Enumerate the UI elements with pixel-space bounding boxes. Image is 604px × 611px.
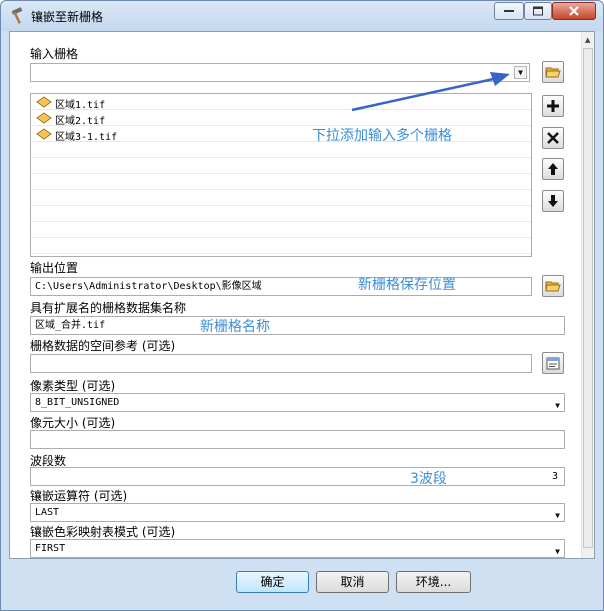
- move-up-button[interactable]: [542, 158, 564, 180]
- window-title: 镶嵌至新栅格: [31, 10, 104, 24]
- browse-input-button[interactable]: [542, 61, 564, 83]
- chevron-down-icon[interactable]: ▼: [555, 543, 560, 558]
- close-button[interactable]: [552, 2, 596, 20]
- chevron-down-icon[interactable]: ▼: [555, 397, 560, 414]
- folder-open-icon: [545, 281, 561, 292]
- list-item-empty: [31, 222, 531, 238]
- raster-name-label: 具有扩展名的栅格数据集名称: [30, 301, 187, 315]
- maximize-button[interactable]: [524, 2, 552, 20]
- output-location-label: 输出位置: [30, 261, 79, 275]
- raster-dataset-icon: [36, 128, 52, 140]
- raster-dataset-icon: [36, 96, 52, 108]
- save-hint-annotation: 新栅格保存位置: [358, 277, 456, 293]
- list-item-empty: [31, 174, 531, 190]
- raster-name-value: 区域_合并.tif: [35, 320, 106, 331]
- cellsize-label: 像元大小 (可选): [30, 416, 116, 430]
- mosaic-operator-select[interactable]: LAST ▼: [30, 503, 565, 522]
- output-location-value: C:\Users\Administrator\Desktop\影像区域: [35, 281, 262, 292]
- minimize-button[interactable]: [494, 2, 524, 20]
- arrow-down-icon: [548, 195, 558, 207]
- input-rasters-label: 输入栅格: [30, 47, 79, 61]
- bands-value: 3: [551, 471, 558, 482]
- pixel-type-label: 像素类型 (可选): [30, 379, 116, 393]
- plus-icon: [547, 100, 559, 112]
- pixel-type-select[interactable]: 8_BIT_UNSIGNED ▼: [30, 393, 565, 412]
- ok-button[interactable]: 确定: [236, 571, 309, 593]
- list-item-empty: [31, 142, 531, 158]
- list-item[interactable]: 区域3-1.tif: [31, 126, 531, 143]
- scroll-up-arrow-icon[interactable]: ▲: [585, 36, 590, 44]
- chevron-down-icon[interactable]: ▼: [555, 507, 560, 524]
- title-bar[interactable]: 镶嵌至新栅格: [1, 1, 603, 31]
- move-down-button[interactable]: [542, 190, 564, 212]
- folder-open-icon: [545, 67, 561, 78]
- scrollbar-thumb[interactable]: [583, 48, 593, 548]
- spatial-ref-input[interactable]: [30, 354, 532, 373]
- remove-raster-button[interactable]: [542, 127, 564, 149]
- arrow-up-icon: [548, 163, 558, 175]
- spatial-ref-label: 栅格数据的空间参考 (可选): [30, 339, 176, 353]
- bands-hint-annotation: 3波段: [410, 471, 447, 487]
- dropdown-hint-annotation: 下拉添加输入多个栅格: [312, 128, 452, 144]
- list-item-label: 区域2.tif: [55, 116, 106, 127]
- cellsize-input[interactable]: [30, 430, 565, 449]
- raster-dataset-icon: [36, 112, 52, 124]
- input-rasters-list[interactable]: 区域1.tif 区域2.tif 区域3-1.tif: [30, 93, 532, 257]
- list-item-empty: [31, 190, 531, 206]
- annotation-arrow: [351, 72, 510, 112]
- list-item-label: 区域3-1.tif: [55, 132, 118, 143]
- mosaic-operator-value: LAST: [35, 507, 60, 518]
- add-raster-button[interactable]: [542, 95, 564, 117]
- list-item-empty: [31, 238, 531, 254]
- environments-button[interactable]: 环境...: [396, 571, 471, 593]
- mosaic-operator-label: 镶嵌运算符 (可选): [30, 489, 128, 503]
- x-icon: [547, 132, 559, 144]
- properties-icon: [546, 357, 560, 370]
- list-item-empty: [31, 158, 531, 174]
- colormap-mode-select[interactable]: FIRST ▼: [30, 539, 565, 558]
- list-item-empty: [31, 206, 531, 222]
- pixel-type-value: 8_BIT_UNSIGNED: [35, 397, 120, 408]
- list-item-label: 区域1.tif: [55, 100, 106, 111]
- browse-output-button[interactable]: [542, 275, 564, 297]
- spatial-ref-properties-button[interactable]: [542, 352, 564, 374]
- dialog-window: 镶嵌至新栅格 ▲ 输入栅格 ▼ 区域1.tif 区域2.tif 区域3-1.ti…: [0, 0, 604, 611]
- cancel-button[interactable]: 取消: [316, 571, 389, 593]
- colormap-mode-value: FIRST: [35, 543, 66, 554]
- hammer-icon: [9, 7, 27, 25]
- raster-name-input[interactable]: 区域_合并.tif: [30, 316, 565, 335]
- bands-input[interactable]: 3: [30, 467, 565, 486]
- output-location-input[interactable]: C:\Users\Administrator\Desktop\影像区域: [30, 277, 532, 296]
- colormap-mode-label: 镶嵌色彩映射表模式 (可选): [30, 525, 176, 539]
- parameters-panel: ▲ 输入栅格 ▼ 区域1.tif 区域2.tif 区域3-1.tif 下拉添加输…: [9, 31, 595, 559]
- name-hint-annotation: 新栅格名称: [200, 319, 270, 335]
